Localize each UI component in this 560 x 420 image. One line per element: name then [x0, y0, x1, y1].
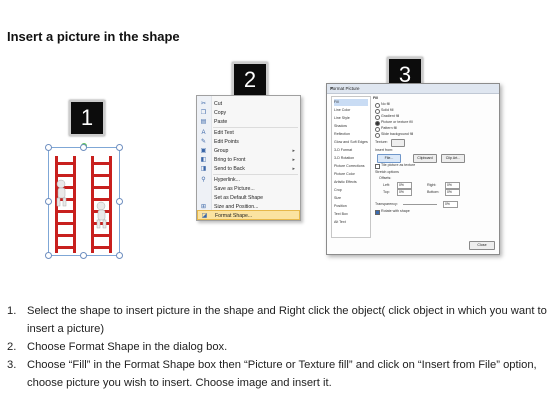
clipboard-button[interactable]: Clipboard [413, 154, 437, 163]
send-back-icon: ◨ [200, 166, 207, 172]
ladders-illustration [55, 156, 112, 253]
bring-front-icon: ◧ [200, 157, 207, 163]
category-line-style[interactable]: Line Style [334, 115, 368, 122]
texture-dropdown[interactable] [391, 139, 405, 147]
radio-solid-fill[interactable] [375, 109, 380, 114]
step-1-badge: 1 [69, 100, 105, 136]
close-button[interactable]: Close [469, 241, 495, 250]
radio-label: Slide background fill [381, 132, 414, 136]
transparency-input[interactable]: 0% [443, 201, 458, 208]
category-alt-text[interactable]: Alt Text [334, 219, 368, 226]
category-shadow[interactable]: Shadow [334, 123, 368, 130]
rotate-checkbox[interactable] [375, 210, 380, 215]
resize-handle-tr[interactable] [116, 144, 123, 151]
step-number: 3. [7, 359, 17, 371]
offset-bottom-input[interactable]: 0% [445, 189, 460, 196]
offset-top-label: Top: [383, 190, 390, 194]
instruction-1: 1. Select the shape to insert picture in … [7, 302, 555, 338]
category-fill[interactable]: Fill [334, 99, 368, 106]
offsets-label: Offsets: [379, 176, 392, 180]
offset-right-input[interactable]: 0% [445, 182, 460, 189]
offset-bottom-label: Bottom: [427, 190, 440, 194]
close-icon[interactable]: ✕ [330, 86, 496, 92]
offset-left-input[interactable]: 0% [397, 182, 412, 189]
offset-top-input[interactable]: 0% [397, 189, 412, 196]
radio-gradient-fill[interactable] [375, 115, 380, 120]
category-reflection[interactable]: Reflection [334, 131, 368, 138]
radio-label: Solid fill [381, 108, 394, 112]
resize-handle-br[interactable] [116, 252, 123, 259]
submenu-arrow-icon: ▸ [292, 166, 295, 172]
category-picture-corrections[interactable]: Picture Corrections [334, 163, 368, 170]
step-text: Choose “Fill” in the Format Shape box th… [27, 359, 537, 389]
radio-picture-fill[interactable] [375, 121, 380, 126]
resize-handle-bl[interactable] [45, 252, 52, 259]
tile-checkbox[interactable] [375, 164, 380, 169]
tile-label: Tile picture as texture [381, 163, 416, 167]
transparency-label: Transparency: [375, 202, 398, 206]
default-shape-icon [200, 195, 207, 201]
category-glow[interactable]: Glow and Soft Edges [334, 139, 368, 146]
step-2-badge: 2 [232, 62, 268, 98]
dialog-titlebar: Format Picture ✕ [327, 84, 499, 94]
step-text: Select the shape to insert picture in th… [27, 305, 547, 335]
page-title: Insert a picture in the shape [7, 29, 180, 44]
clip-art-button[interactable]: Clip Art... [441, 154, 465, 163]
group-icon: ▣ [200, 148, 207, 154]
save-picture-icon [200, 186, 207, 192]
category-crop[interactable]: Crop [334, 187, 368, 194]
category-3d-rotation[interactable]: 3-D Rotation [334, 155, 368, 162]
texture-label: Texture: [375, 140, 388, 144]
context-menu: ✂ Cut ❐ Copy ▤ Paste A Edit Text ✎ Edit Point… [196, 95, 301, 221]
edit-text-icon: A [201, 130, 206, 136]
paste-icon: ▤ [200, 119, 207, 125]
copy-icon: ❐ [200, 110, 207, 116]
instruction-2: 2. Choose Format Shape in the dialog box. [7, 338, 555, 356]
scissors-icon: ✂ [200, 101, 207, 107]
rotate-label: Rotate with shape [381, 209, 410, 213]
menu-item-send-to-back[interactable]: ◨ Send to Back ▸ [197, 164, 300, 174]
resize-handle-bm[interactable] [80, 252, 87, 259]
hyperlink-icon: ⚲ [201, 177, 206, 183]
edit-points-icon: ✎ [200, 139, 207, 145]
category-line-color[interactable]: Line Color [334, 107, 368, 114]
menu-item-format-shape[interactable]: ◪ Format Shape... [197, 210, 300, 220]
radio-label: Pattern fill [381, 126, 397, 130]
category-size[interactable]: Size [334, 195, 368, 202]
category-list: Fill Line Color Line Style Shadow Reflec… [331, 96, 371, 238]
resize-handle-tm[interactable] [80, 144, 87, 151]
category-artistic-effects[interactable]: Artistic Effects [334, 179, 368, 186]
insert-from-label: Insert from: [375, 148, 394, 152]
step-text: Choose Format Shape in the dialog box. [27, 341, 228, 353]
section-heading: Fill [373, 96, 379, 100]
step-number: 1. [7, 305, 17, 317]
fill-panel: Fill No fill Solid fill Gradient fill Pi… [373, 96, 493, 236]
menu-item-paste[interactable]: ▤ Paste [197, 117, 300, 127]
instructions: 1. Select the shape to insert picture in … [7, 302, 555, 392]
resize-handle-ml[interactable] [45, 198, 52, 205]
instruction-3: 3. Choose “Fill” in the Format Shape box … [7, 356, 555, 392]
category-position[interactable]: Position [334, 203, 368, 210]
selected-shape[interactable] [45, 144, 123, 259]
file-button[interactable]: File... [377, 154, 401, 163]
radio-label: No fill [381, 102, 390, 106]
resize-handle-mr[interactable] [116, 198, 123, 205]
step-number: 2. [7, 341, 17, 353]
radio-label: Picture or texture fill [381, 120, 413, 124]
offset-right-label: Right: [427, 183, 437, 187]
offset-left-label: Left: [383, 183, 390, 187]
radio-slide-bg-fill[interactable] [375, 133, 380, 138]
radio-no-fill[interactable] [375, 103, 380, 108]
radio-pattern-fill[interactable] [375, 127, 380, 132]
format-picture-dialog: Format Picture ✕ Fill Line Color Line St… [326, 83, 500, 255]
resize-handle-tl[interactable] [45, 144, 52, 151]
category-text-box[interactable]: Text Box [334, 211, 368, 218]
format-shape-icon: ◪ [201, 213, 208, 219]
category-3d-format[interactable]: 3-D Format [334, 147, 368, 154]
category-picture-color[interactable]: Picture Color [334, 171, 368, 178]
transparency-slider[interactable] [403, 204, 437, 205]
radio-label: Gradient fill [381, 114, 400, 118]
stretch-options-label: Stretch options [375, 170, 399, 174]
